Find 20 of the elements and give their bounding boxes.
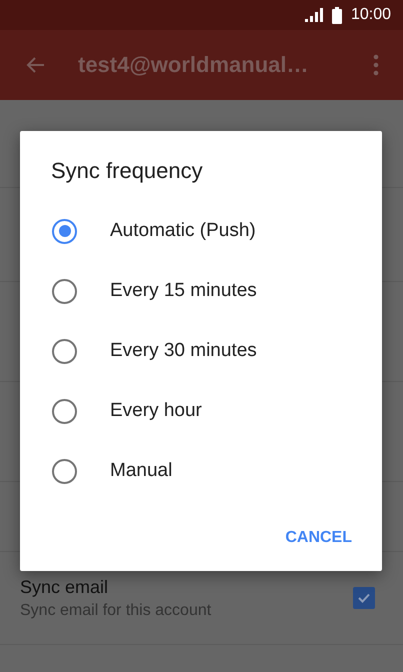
- checkbox[interactable]: [353, 587, 375, 609]
- battery-icon: [332, 6, 342, 24]
- radio-button[interactable]: [52, 398, 77, 424]
- check-icon: [357, 591, 371, 605]
- radio-button[interactable]: [52, 278, 77, 304]
- radio-button[interactable]: [52, 218, 77, 244]
- radio-button[interactable]: [52, 338, 77, 364]
- option-label[interactable]: Every hour: [110, 400, 202, 422]
- option-label[interactable]: Automatic (Push): [110, 220, 256, 242]
- option-label[interactable]: Manual: [110, 460, 172, 482]
- radio-button[interactable]: [52, 458, 77, 484]
- clock-time: 10:00: [350, 6, 391, 24]
- option-label[interactable]: Every 15 minutes: [110, 280, 257, 302]
- more-options-icon[interactable]: [373, 53, 379, 77]
- option-label[interactable]: Every 30 minutes: [110, 340, 257, 362]
- signal-icon: [304, 8, 323, 22]
- dialog-title: Sync frequency: [51, 158, 203, 184]
- cancel-button[interactable]: CANCEL: [277, 521, 360, 555]
- account-title: test4@worldmanual…: [78, 52, 310, 78]
- setting-title: Sync email: [20, 576, 110, 598]
